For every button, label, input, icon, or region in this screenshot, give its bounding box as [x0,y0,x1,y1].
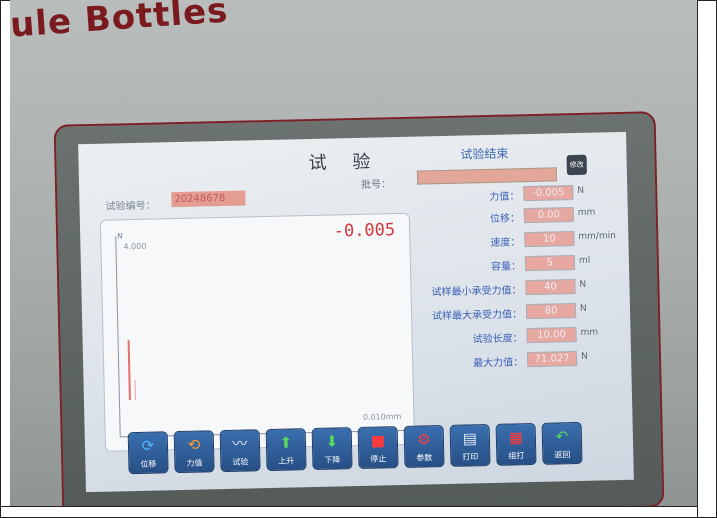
arrow-down-icon: ⬇ [325,432,339,451]
param-label: 最大力值： [473,357,524,370]
print-button[interactable]: ▤ 打印 [450,425,490,466]
test-status: 试验结束 [460,146,509,162]
param-row-capacity[interactable]: 容量： 5 ml [411,254,631,275]
control-button-bar: ⟳ 位移 ⟲ 力值 〰 试验 ⬆ 上升 ⬇ 下降 ■ 停止 ⚙ 参数 ▤ 打印 … [128,422,610,479]
button-label: 上升 [278,456,295,466]
displacement-button[interactable]: ⟳ 位移 [128,432,168,474]
button-label: 力值 [186,458,203,468]
param-label: 速度： [490,237,521,249]
param-label: 容量： [490,261,522,273]
chart-icon: 〰 [232,434,248,453]
param-row-speed[interactable]: 速度： 10 mm/min [410,230,630,251]
force-graph: -0.005 N 4.000 0.010mm [99,212,416,452]
param-unit: N [579,303,587,314]
lower-button[interactable]: ⬇ 下降 [312,428,352,470]
printer-icon: ▤ [462,429,478,448]
screen-title: 试 验 [308,151,381,175]
stop-button[interactable]: ■ 停止 [358,427,398,468]
param-unit: mm [577,207,596,218]
param-value[interactable]: 10.00 [526,327,577,344]
param-unit: N [577,185,585,196]
param-label: 试验长度： [472,333,523,346]
button-label: 停止 [370,454,387,464]
button-label: 组打 [508,451,525,461]
batch-input[interactable] [416,167,558,185]
graph-current-value: -0.005 [333,220,396,242]
group-print-icon: ▦ [508,428,524,447]
param-value[interactable]: 40 [525,279,576,296]
batch-label: 批号： [361,179,392,191]
parameters-button[interactable]: ⚙ 参数 [404,426,444,467]
param-label: 试样最大承受力值： [432,309,523,323]
force-button[interactable]: ⟲ 力值 [174,431,214,473]
button-label: 位移 [140,459,157,469]
raise-button[interactable]: ⬆ 上升 [266,429,306,471]
machine-photo: ule Bottles 试 验 试验结束 修改 批号： 试验编号： 202486… [10,0,697,506]
button-label: 打印 [462,452,479,462]
param-row-max-force[interactable]: 试样最大承受力值： 80 N [412,302,632,323]
param-row-min-force[interactable]: 试样最小承受力值： 40 N [411,278,631,299]
graph-y-max-label: 4.000 [123,241,147,252]
param-row-force: 力值： -0.005 N [409,184,629,205]
frame-bottom-line [0,506,697,507]
param-unit: ml [578,255,591,266]
param-value[interactable]: 10 [524,231,575,248]
param-row-displacement: 位移： 0.00 mm [410,206,630,227]
graph-y-axis [115,236,121,437]
sync-icon: ⟲ [187,435,201,454]
param-value: -0.005 [523,185,574,202]
graph-trace [127,340,131,401]
lcd-screen: 试 验 试验结束 修改 批号： 试验编号： 20248678 -0.005 N … [78,131,634,493]
button-label: 下降 [324,455,341,465]
refresh-icon: ⟳ [141,436,155,455]
graph-y-unit: N [117,232,123,241]
graph-trace-secondary [134,380,136,401]
param-value[interactable]: 80 [525,303,577,320]
test-number-input[interactable]: 20248678 [171,190,246,208]
param-label: 位移： [489,213,521,225]
return-icon: ↶ [555,427,569,446]
graph-x-max-label: 0.010mm [362,411,402,422]
param-row-test-length[interactable]: 试验长度： 10.00 mm [412,326,632,347]
param-row-peak-force: 最大力值： 71.027 N [413,350,633,371]
param-unit: N [580,351,588,362]
param-unit: mm/min [578,231,617,242]
test-number-label: 试验编号： [105,200,156,213]
param-value[interactable]: 5 [524,255,576,272]
button-label: 试验 [232,457,249,467]
return-button[interactable]: ↶ 返回 [542,422,582,464]
frame-divider [697,0,698,518]
test-button[interactable]: 〰 试验 [220,430,260,472]
param-value: 0.00 [523,207,575,224]
gear-icon: ⚙ [416,430,431,449]
param-unit: N [579,279,587,290]
param-label: 力值： [489,191,520,203]
brand-label: ule Bottles [10,0,230,46]
parameter-panel: 力值： -0.005 N 位移： 0.00 mm 速度： 10 mm/min 容… [409,184,629,369]
group-print-button[interactable]: ▦ 组打 [496,423,536,465]
button-label: 参数 [416,453,433,463]
button-label: 返回 [554,450,571,460]
param-label: 试样最小承受力值： [431,285,522,299]
edit-button[interactable]: 修改 [566,154,587,176]
param-value: 71.027 [526,350,578,368]
arrow-up-icon: ⬆ [279,433,293,452]
stop-icon: ■ [370,431,386,450]
param-unit: mm [580,327,599,338]
